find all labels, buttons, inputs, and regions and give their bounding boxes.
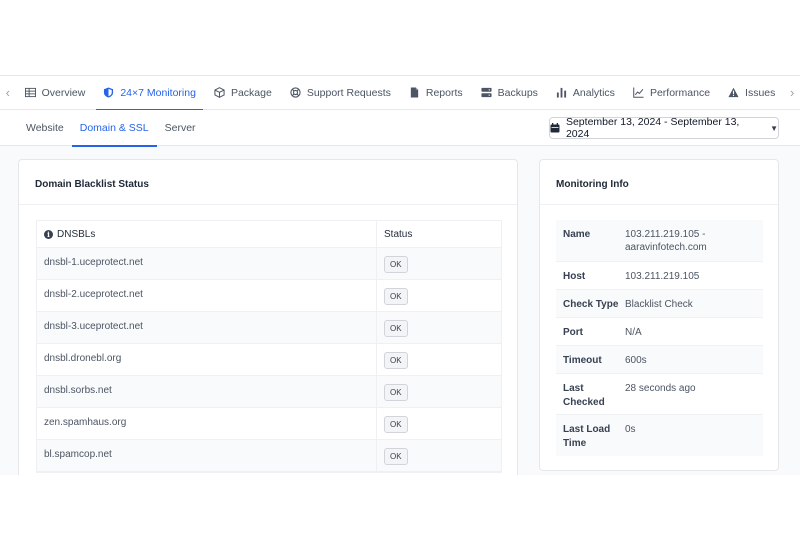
tab-support-requests[interactable]: Support Requests [281, 76, 400, 110]
blacklist-title: Domain Blacklist Status [35, 179, 149, 190]
document-icon [410, 87, 419, 98]
tab-24x7-monitoring[interactable]: 24×7 Monitoring [94, 76, 205, 111]
blacklist-card: Domain Blacklist Status i DNSBLs Status … [18, 159, 518, 475]
info-value: 0s [625, 424, 636, 435]
card-divider [19, 204, 517, 205]
info-label: Name [563, 229, 591, 240]
date-range-text: September 13, 2024 - September 13, 2024 [565, 116, 740, 140]
status-badge: OK [384, 447, 408, 465]
info-icon: i [44, 229, 53, 239]
dnsbl-name: bl.spamcop.net [37, 440, 377, 471]
table-row: dnsbl.dronebl.org OK [37, 344, 501, 376]
info-row: Last Checked 28 seconds ago [556, 374, 763, 415]
table-row: dnsbl-2.uceprotect.net OK [37, 280, 501, 312]
info-row: Name 103.211.219.105 - aaravinfotech.com [556, 220, 763, 262]
table-row: dnsbl-3.uceprotect.net OK [37, 312, 501, 344]
tab-label: Issues [745, 86, 776, 99]
info-label: Port [563, 327, 583, 338]
tab-label: 24×7 Monitoring [120, 86, 196, 99]
tab-issues[interactable]: Issues [719, 76, 784, 110]
table-row: dnsbl-1.uceprotect.net OK [37, 248, 501, 280]
scroll-right-icon[interactable]: › [784, 76, 800, 110]
subtab-server[interactable]: Server [157, 110, 204, 146]
tab-analytics[interactable]: Analytics [547, 76, 624, 110]
tab-label: Package [230, 86, 272, 99]
blacklist-table: i DNSBLs Status dnsbl-1.uceprotect.net OK… [36, 220, 502, 473]
bar-chart-icon [556, 87, 567, 98]
column-header-status: Status [384, 228, 413, 240]
info-row: Check Type Blacklist Check [556, 290, 763, 318]
table-row: zen.spamhaus.org OK [37, 408, 501, 440]
column-header-dnsbl: DNSBLs [57, 228, 96, 240]
info-label: Host [563, 271, 586, 282]
dnsbl-name: dnsbl.dronebl.org [37, 344, 377, 375]
info-value: 103.211.219.105 [625, 271, 700, 282]
tab-label: Performance [649, 86, 711, 99]
info-value: 103.211.219.105 - aaravinfotech.com [625, 229, 707, 253]
status-badge: OK [384, 287, 408, 305]
tab-performance[interactable]: Performance [624, 76, 719, 110]
table-row: dnsbl.sorbs.net OK [37, 376, 501, 408]
info-value: 600s [625, 355, 647, 366]
line-chart-icon [633, 87, 644, 98]
caret-down-icon: ▼ [770, 123, 778, 133]
dashboard-frame: ‹ Overview 24×7 Monitoring Package Suppo… [0, 75, 800, 475]
info-label: Check Type [563, 299, 619, 310]
info-row: Port N/A [556, 318, 763, 346]
tab-label: Backups [497, 86, 538, 99]
subtab-domain-ssl[interactable]: Domain & SSL [71, 110, 157, 147]
dnsbl-name: dnsbl-2.uceprotect.net [37, 280, 377, 311]
status-badge: OK [384, 351, 408, 369]
tab-package[interactable]: Package [205, 76, 281, 110]
tab-label: Support Requests [306, 86, 391, 99]
card-divider [540, 204, 778, 205]
lifebuoy-icon [290, 87, 301, 98]
tab-reports[interactable]: Reports [400, 76, 472, 110]
info-label: Timeout [563, 355, 602, 366]
status-badge: OK [384, 319, 408, 337]
table-body: dnsbl-1.uceprotect.net OK dnsbl-2.uceprot… [37, 248, 501, 472]
subtab-website[interactable]: Website [18, 110, 72, 146]
dnsbl-name: dnsbl-1.uceprotect.net [37, 248, 377, 279]
info-row: Host 103.211.219.105 [556, 262, 763, 290]
info-row: Timeout 600s [556, 346, 763, 374]
dnsbl-name: dnsbl-3.uceprotect.net [37, 312, 377, 343]
info-value: N/A [625, 327, 642, 338]
status-badge: OK [384, 383, 408, 401]
info-row: Last Load Time 0s [556, 415, 763, 456]
info-label: Last Load Time [563, 424, 611, 449]
server-icon [481, 87, 492, 98]
info-label: Last Checked [563, 383, 605, 408]
status-badge: OK [384, 415, 408, 433]
tab-backups[interactable]: Backups [472, 76, 547, 110]
status-badge: OK [384, 255, 408, 273]
tab-label: Analytics [572, 86, 615, 99]
main-tab-bar: ‹ Overview 24×7 Monitoring Package Suppo… [0, 76, 800, 111]
dnsbl-name: zen.spamhaus.org [37, 408, 377, 439]
monitoring-info-table: Name 103.211.219.105 - aaravinfotech.com … [556, 220, 763, 456]
tab-overview[interactable]: Overview [16, 76, 95, 110]
tab-label: Reports [425, 86, 463, 99]
info-value: 28 seconds ago [625, 383, 696, 394]
calendar-icon [550, 123, 560, 133]
box-icon [214, 87, 225, 98]
tab-label: Overview [41, 86, 86, 99]
date-range-picker[interactable]: September 13, 2024 - September 13, 2024 … [549, 116, 779, 140]
scroll-left-icon[interactable]: ‹ [0, 76, 16, 110]
shield-icon [104, 87, 114, 98]
sub-tab-bar: Website Domain & SSL Server September 13… [0, 110, 800, 147]
info-value: Blacklist Check [625, 299, 693, 310]
table-row: bl.spamcop.net OK [37, 440, 501, 472]
table-icon [24, 87, 36, 98]
monitoring-info-card: Monitoring Info Name 103.211.219.105 - aa… [539, 159, 779, 471]
dnsbl-name: dnsbl.sorbs.net [37, 376, 377, 407]
warning-icon [728, 87, 739, 98]
monitoring-info-title: Monitoring Info [556, 179, 629, 190]
table-header: i DNSBLs Status [37, 221, 501, 248]
